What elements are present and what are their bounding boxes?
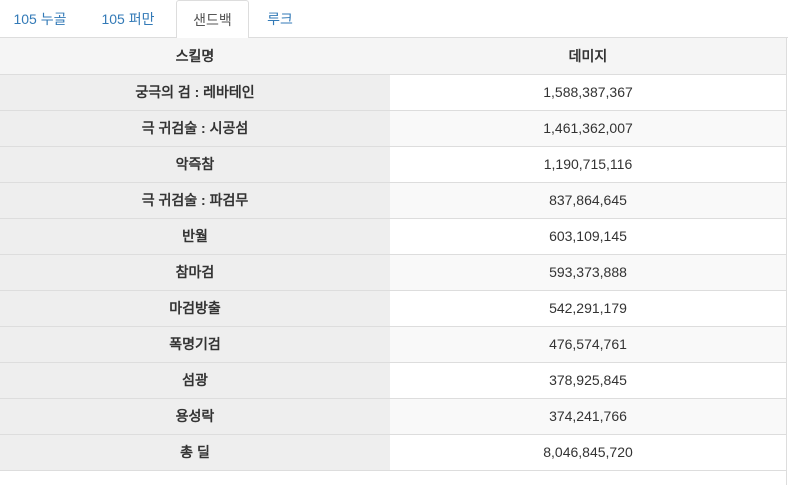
damage-value-cell: 1,588,387,367 [390,73,786,110]
skill-name-cell: 악즉참 [0,145,390,182]
damage-value-cell: 1,190,715,116 [390,145,786,182]
tab-bar: 105 누골 105 퍼만 샌드백 루크 [0,0,788,39]
table-row: 마검방출 542,291,179 [0,289,786,326]
table-row: 섬광 378,925,845 [0,361,786,398]
table-row: 총 딜 8,046,845,720 [0,433,786,471]
table-row: 악즉참 1,190,715,116 [0,145,786,182]
skill-name-cell: 섬광 [0,361,390,398]
table-right-border [786,38,787,485]
skill-name-cell: 극 귀검술 : 시공섬 [0,109,390,146]
header-damage: 데미지 [390,38,786,75]
header-skill: 스킬명 [0,38,390,75]
tab-105-perman[interactable]: 105 퍼만 [80,0,176,38]
damage-value-cell: 542,291,179 [390,289,786,326]
tab-sandbag[interactable]: 샌드백 [176,0,249,39]
damage-value-cell: 374,241,766 [390,397,786,434]
damage-value-cell: 378,925,845 [390,361,786,398]
skill-name-cell: 용성락 [0,397,390,434]
damage-table: 스킬명 데미지 궁극의 검 : 레바테인 1,588,387,367 극 귀검술 :… [0,38,786,471]
damage-value-cell: 476,574,761 [390,325,786,362]
tab-105-nugol[interactable]: 105 누골 [0,0,80,38]
damage-value-cell: 603,109,145 [390,217,786,254]
skill-name-cell: 마검방출 [0,289,390,326]
table-header-row: 스킬명 데미지 [0,38,786,75]
skill-name-cell: 반월 [0,217,390,254]
damage-value-cell: 593,373,888 [390,253,786,290]
damage-value-cell: 837,864,645 [390,181,786,218]
table-row: 반월 603,109,145 [0,217,786,254]
table-row: 용성락 374,241,766 [0,397,786,434]
skill-name-cell: 궁극의 검 : 레바테인 [0,73,390,110]
table-row: 극 귀검술 : 파검무 837,864,645 [0,181,786,218]
table-row: 극 귀검술 : 시공섬 1,461,362,007 [0,109,786,146]
table-row: 궁극의 검 : 레바테인 1,588,387,367 [0,73,786,110]
damage-value-cell: 1,461,362,007 [390,109,786,146]
skill-name-cell: 참마검 [0,253,390,290]
skill-name-cell: 총 딜 [0,433,390,471]
table-row: 참마검 593,373,888 [0,253,786,290]
skill-name-cell: 극 귀검술 : 파검무 [0,181,390,218]
damage-table-container: 스킬명 데미지 궁극의 검 : 레바테인 1,588,387,367 극 귀검술 :… [0,38,786,471]
damage-value-cell: 8,046,845,720 [390,433,786,471]
skill-name-cell: 폭명기검 [0,325,390,362]
tab-luke[interactable]: 루크 [249,0,311,38]
table-row: 폭명기검 476,574,761 [0,325,786,362]
